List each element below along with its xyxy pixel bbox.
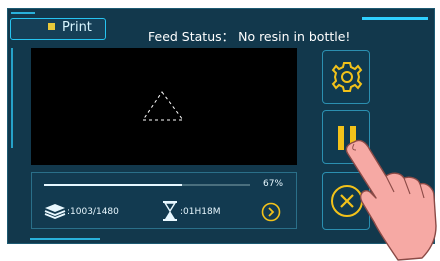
print-progress-bar bbox=[44, 184, 250, 186]
triangle-preview-outline bbox=[142, 91, 184, 121]
progress-percent: 67% bbox=[263, 179, 284, 189]
layers-icon bbox=[44, 204, 66, 219]
layer-preview bbox=[31, 48, 297, 165]
frame-line-top-left bbox=[11, 12, 35, 14]
hourglass-icon bbox=[163, 201, 177, 221]
chevron-right-circle-icon[interactable] bbox=[261, 202, 281, 222]
frame-line-top-right bbox=[362, 17, 428, 20]
remaining-time: :01H18M bbox=[180, 207, 221, 217]
gear-icon bbox=[331, 62, 363, 92]
frame-line-left bbox=[11, 48, 13, 148]
feed-status-text: Feed Status： No resin in bottle! bbox=[148, 29, 351, 44]
pointing-hand-illustration bbox=[345, 139, 437, 261]
tab-print-label: Print bbox=[62, 20, 92, 35]
frame-line-bottom-left bbox=[30, 238, 100, 240]
tab-indicator-dot bbox=[48, 23, 55, 30]
layer-count: :1003/1480 bbox=[67, 207, 119, 217]
print-progress-fill bbox=[44, 184, 183, 186]
